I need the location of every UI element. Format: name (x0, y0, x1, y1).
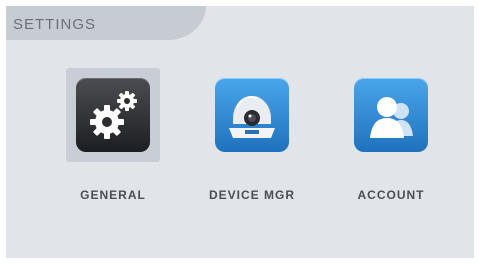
device-mgr-tile-area (205, 68, 299, 162)
general-tile[interactable]: GENERAL (58, 6, 168, 202)
account-tile[interactable]: ACCOUNT (336, 6, 446, 202)
gears-icon (76, 78, 150, 152)
general-label: GENERAL (80, 188, 146, 202)
device-mgr-label: DEVICE MGR (208, 188, 295, 202)
settings-panel: SETTINGS GENERAL DEVICE MGR ACCOUNT (6, 6, 474, 258)
device-mgr-tile[interactable]: DEVICE MGR (197, 6, 307, 202)
general-tile-highlight (66, 68, 160, 162)
dome-camera-icon (215, 78, 289, 152)
account-tile-area (344, 68, 438, 162)
users-icon (354, 78, 428, 152)
account-label: ACCOUNT (357, 188, 425, 202)
